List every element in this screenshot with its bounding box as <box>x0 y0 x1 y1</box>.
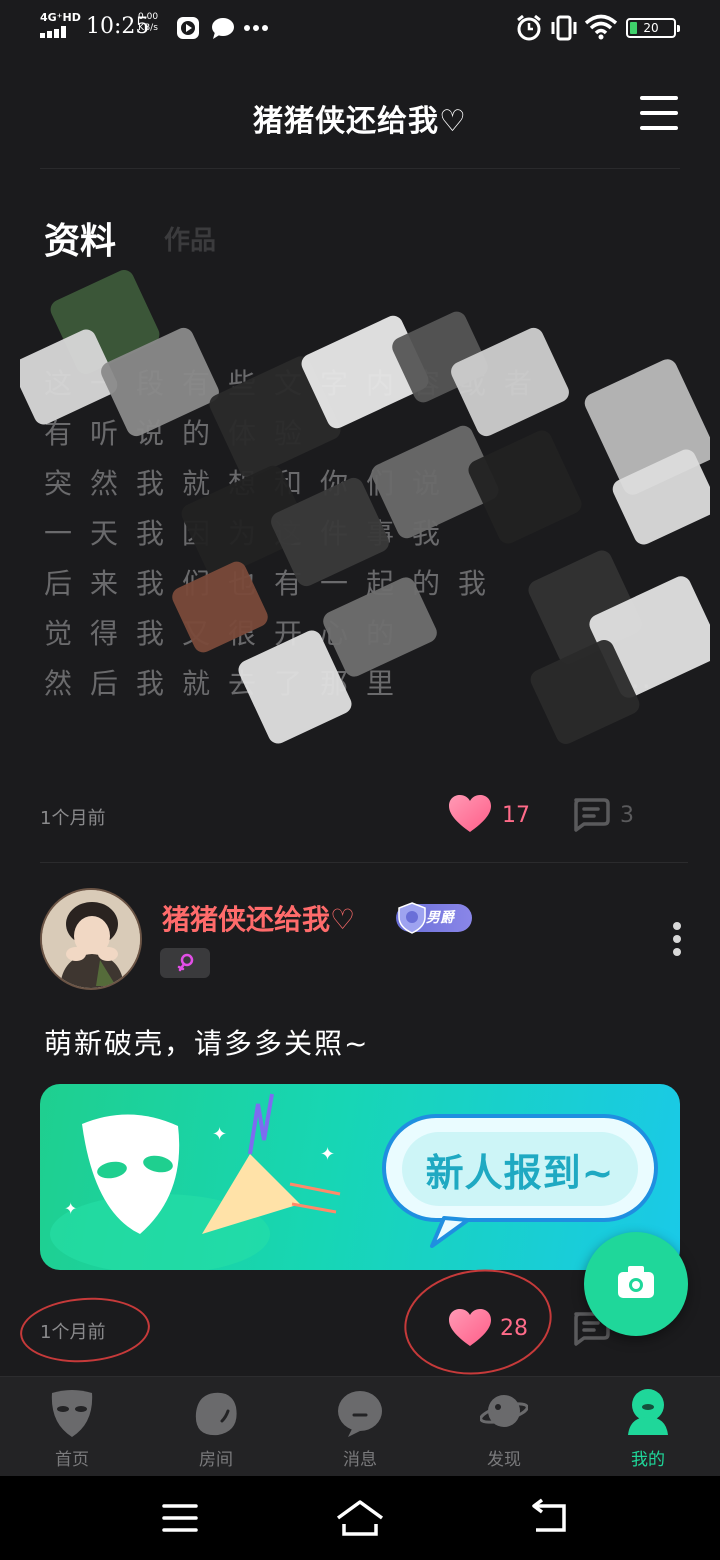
status-bar: 4G⁺HD 10:25 0.00 KB/s 20 <box>0 0 720 56</box>
shield-icon <box>398 902 426 934</box>
more-dots-icon <box>244 25 268 31</box>
battery-icon: 20 <box>626 18 680 38</box>
tab-profile[interactable]: 资料 <box>44 212 116 264</box>
nav-item-room[interactable]: 房间 <box>144 1377 288 1477</box>
hamburger-menu-icon[interactable] <box>640 96 680 132</box>
post-divider <box>40 862 688 863</box>
vibrate-icon <box>551 15 577 41</box>
camera-icon <box>618 1266 654 1298</box>
signal-icon <box>40 26 72 38</box>
net-speed-value: 0.00 <box>138 12 159 22</box>
nav-item-me[interactable]: 我的 <box>576 1377 720 1477</box>
like-count: 17 <box>502 803 530 828</box>
nav-item-discover[interactable]: 发现 <box>432 1377 576 1477</box>
room-blob-icon <box>195 1392 237 1436</box>
mask-icon <box>51 1390 93 1437</box>
nav-label: 我的 <box>631 1450 665 1470</box>
bottom-nav: 首页 房间 消息 发现 我的 <box>0 1376 720 1476</box>
svg-text:✦: ✦ <box>212 1124 227 1145</box>
comment-count: 3 <box>620 803 634 828</box>
back-icon[interactable] <box>520 1496 580 1540</box>
page-title: 猪猪侠还给我♡ <box>253 104 467 139</box>
rank-badge-label: 男爵 <box>426 910 454 926</box>
post-text: 萌新破壳，请多多关照~ <box>44 1027 370 1060</box>
recent-apps-icon[interactable] <box>150 1496 210 1540</box>
nav-label: 首页 <box>55 1450 89 1470</box>
play-icon <box>177 17 199 39</box>
avatar[interactable] <box>40 888 142 990</box>
banner-text: 新人报到~ <box>425 1151 615 1195</box>
wifi-icon <box>584 14 618 40</box>
camera-button[interactable] <box>584 1232 688 1336</box>
comment-icon[interactable] <box>570 796 610 832</box>
nav-item-messages[interactable]: 消息 <box>288 1377 432 1477</box>
obscured-post-content: 这一段有些文字内容或者 有听说的体验 突然我就想和你们说 一天我因为这件事我 后… <box>20 262 710 752</box>
heart-icon[interactable] <box>448 794 492 834</box>
username[interactable]: 猪猪侠还给我♡ <box>162 898 355 938</box>
svg-text:✦: ✦ <box>320 1144 335 1165</box>
home-icon[interactable] <box>330 1496 390 1540</box>
gender-tag <box>160 948 210 978</box>
planet-icon <box>480 1395 528 1427</box>
chat-bubble-icon <box>212 18 234 39</box>
more-options-icon[interactable] <box>672 922 682 956</box>
header-divider <box>40 168 680 169</box>
svg-text:✦: ✦ <box>64 1199 77 1218</box>
nav-label: 发现 <box>487 1450 521 1470</box>
female-icon <box>177 953 194 972</box>
net-speed: 0.00 KB/s <box>138 12 158 34</box>
system-nav-bar <box>0 1476 720 1560</box>
profile-blob-icon <box>628 1389 668 1435</box>
post-time: 1个月前 <box>40 808 106 829</box>
tab-works[interactable]: 作品 <box>164 220 216 257</box>
annotation-circle <box>397 1260 559 1384</box>
annotation-circle <box>17 1293 153 1367</box>
net-speed-unit: KB/s <box>138 23 158 33</box>
alarm-icon <box>517 14 541 41</box>
message-blob-icon <box>338 1391 382 1437</box>
rank-badge: 男爵 <box>396 902 472 934</box>
nav-label: 房间 <box>199 1450 233 1470</box>
nav-item-home[interactable]: 首页 <box>0 1377 144 1477</box>
battery-level: 20 <box>643 21 659 35</box>
network-type: 4G⁺HD <box>40 11 81 24</box>
nav-label: 消息 <box>343 1450 377 1470</box>
